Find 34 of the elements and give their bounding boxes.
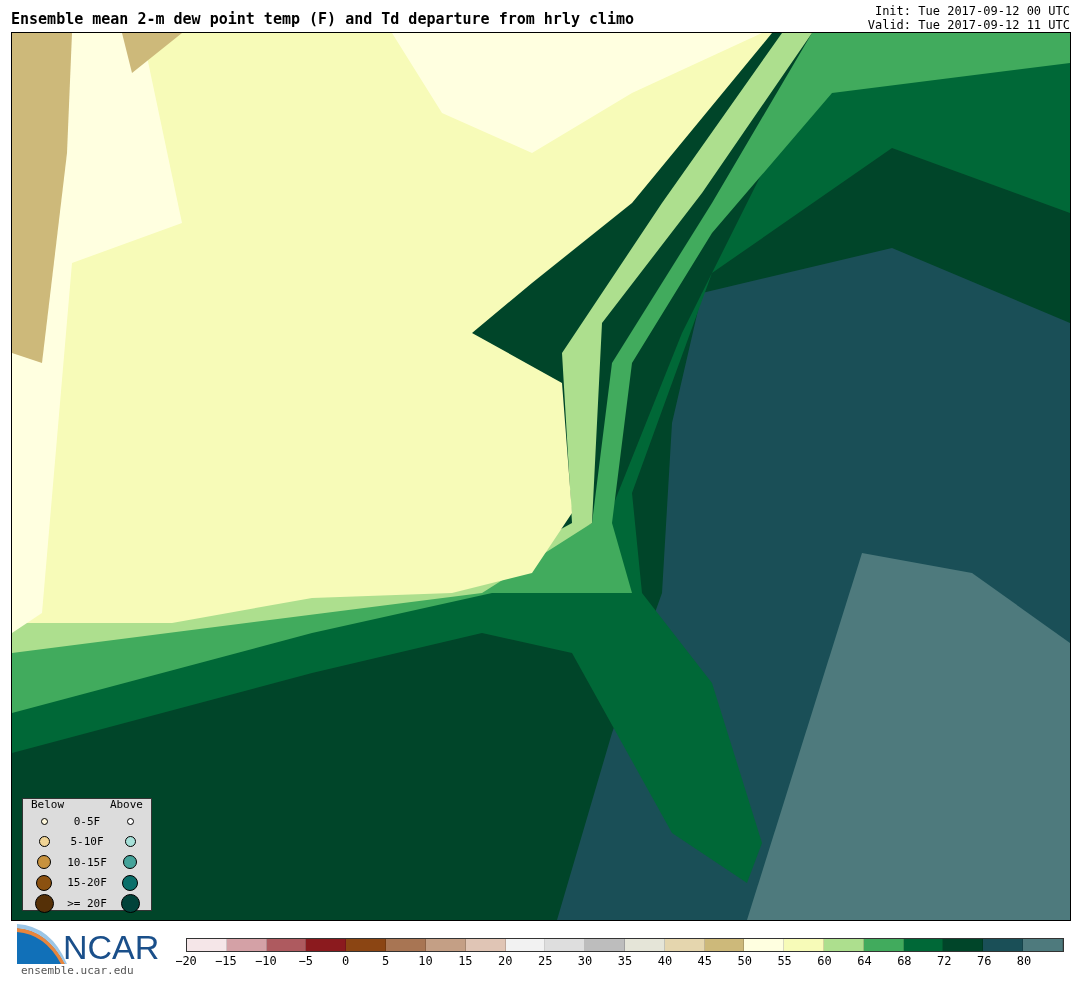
- scale-tick-label: 10: [418, 954, 433, 968]
- legend-heading: Below: [31, 799, 65, 811]
- scale-tick-label: 45: [697, 954, 713, 968]
- scale-tick-label: 15: [458, 954, 473, 968]
- scale-tick-label: 35: [617, 954, 633, 968]
- scale-tick-label: 20: [498, 954, 513, 968]
- scale-tick-label: 0: [342, 954, 350, 968]
- legend-label: 5-10F: [69, 835, 105, 849]
- scale-tick-label: −20: [175, 954, 197, 968]
- valid-time: Valid: Tue 2017-09-12 11 UTC: [867, 18, 1070, 32]
- scale-tick-label: −5: [298, 954, 313, 968]
- legend-label: 15-20F: [66, 876, 108, 890]
- scale-tick-label: 72: [937, 954, 952, 968]
- scale-tick-label: −15: [215, 954, 237, 968]
- chart-title: Ensemble mean 2-m dew point temp (F) and Td departure from hrly climo: [11, 10, 635, 30]
- legend-label: 10-15F: [66, 855, 108, 869]
- legend-heading: Above: [109, 799, 143, 811]
- scale-tick-label: 25: [537, 954, 553, 968]
- scale-tick-label: 5: [381, 954, 390, 968]
- legend-label: >= 20F: [66, 896, 108, 910]
- legend-label: 0-5F: [72, 814, 102, 828]
- scale-tick-label: 68: [897, 954, 912, 968]
- scale-tick-label: 80: [1016, 954, 1032, 968]
- scale-tick-label: 76: [976, 954, 992, 968]
- scale-tick-label: 50: [737, 954, 752, 968]
- scale-tick-label: 40: [657, 954, 673, 968]
- scale-tick-label: −10: [254, 954, 277, 968]
- scale-tick-label: 64: [857, 954, 872, 968]
- init-time: Init: Tue 2017-09-12 00 UTC: [873, 4, 1070, 18]
- scale-tick-label: 55: [777, 954, 792, 968]
- scale-tick-label: 30: [577, 954, 593, 968]
- website-url: ensemble.ucar.edu: [20, 964, 135, 977]
- logo-text: NCAR: [63, 930, 160, 964]
- scale-tick-label: 60: [817, 954, 832, 968]
